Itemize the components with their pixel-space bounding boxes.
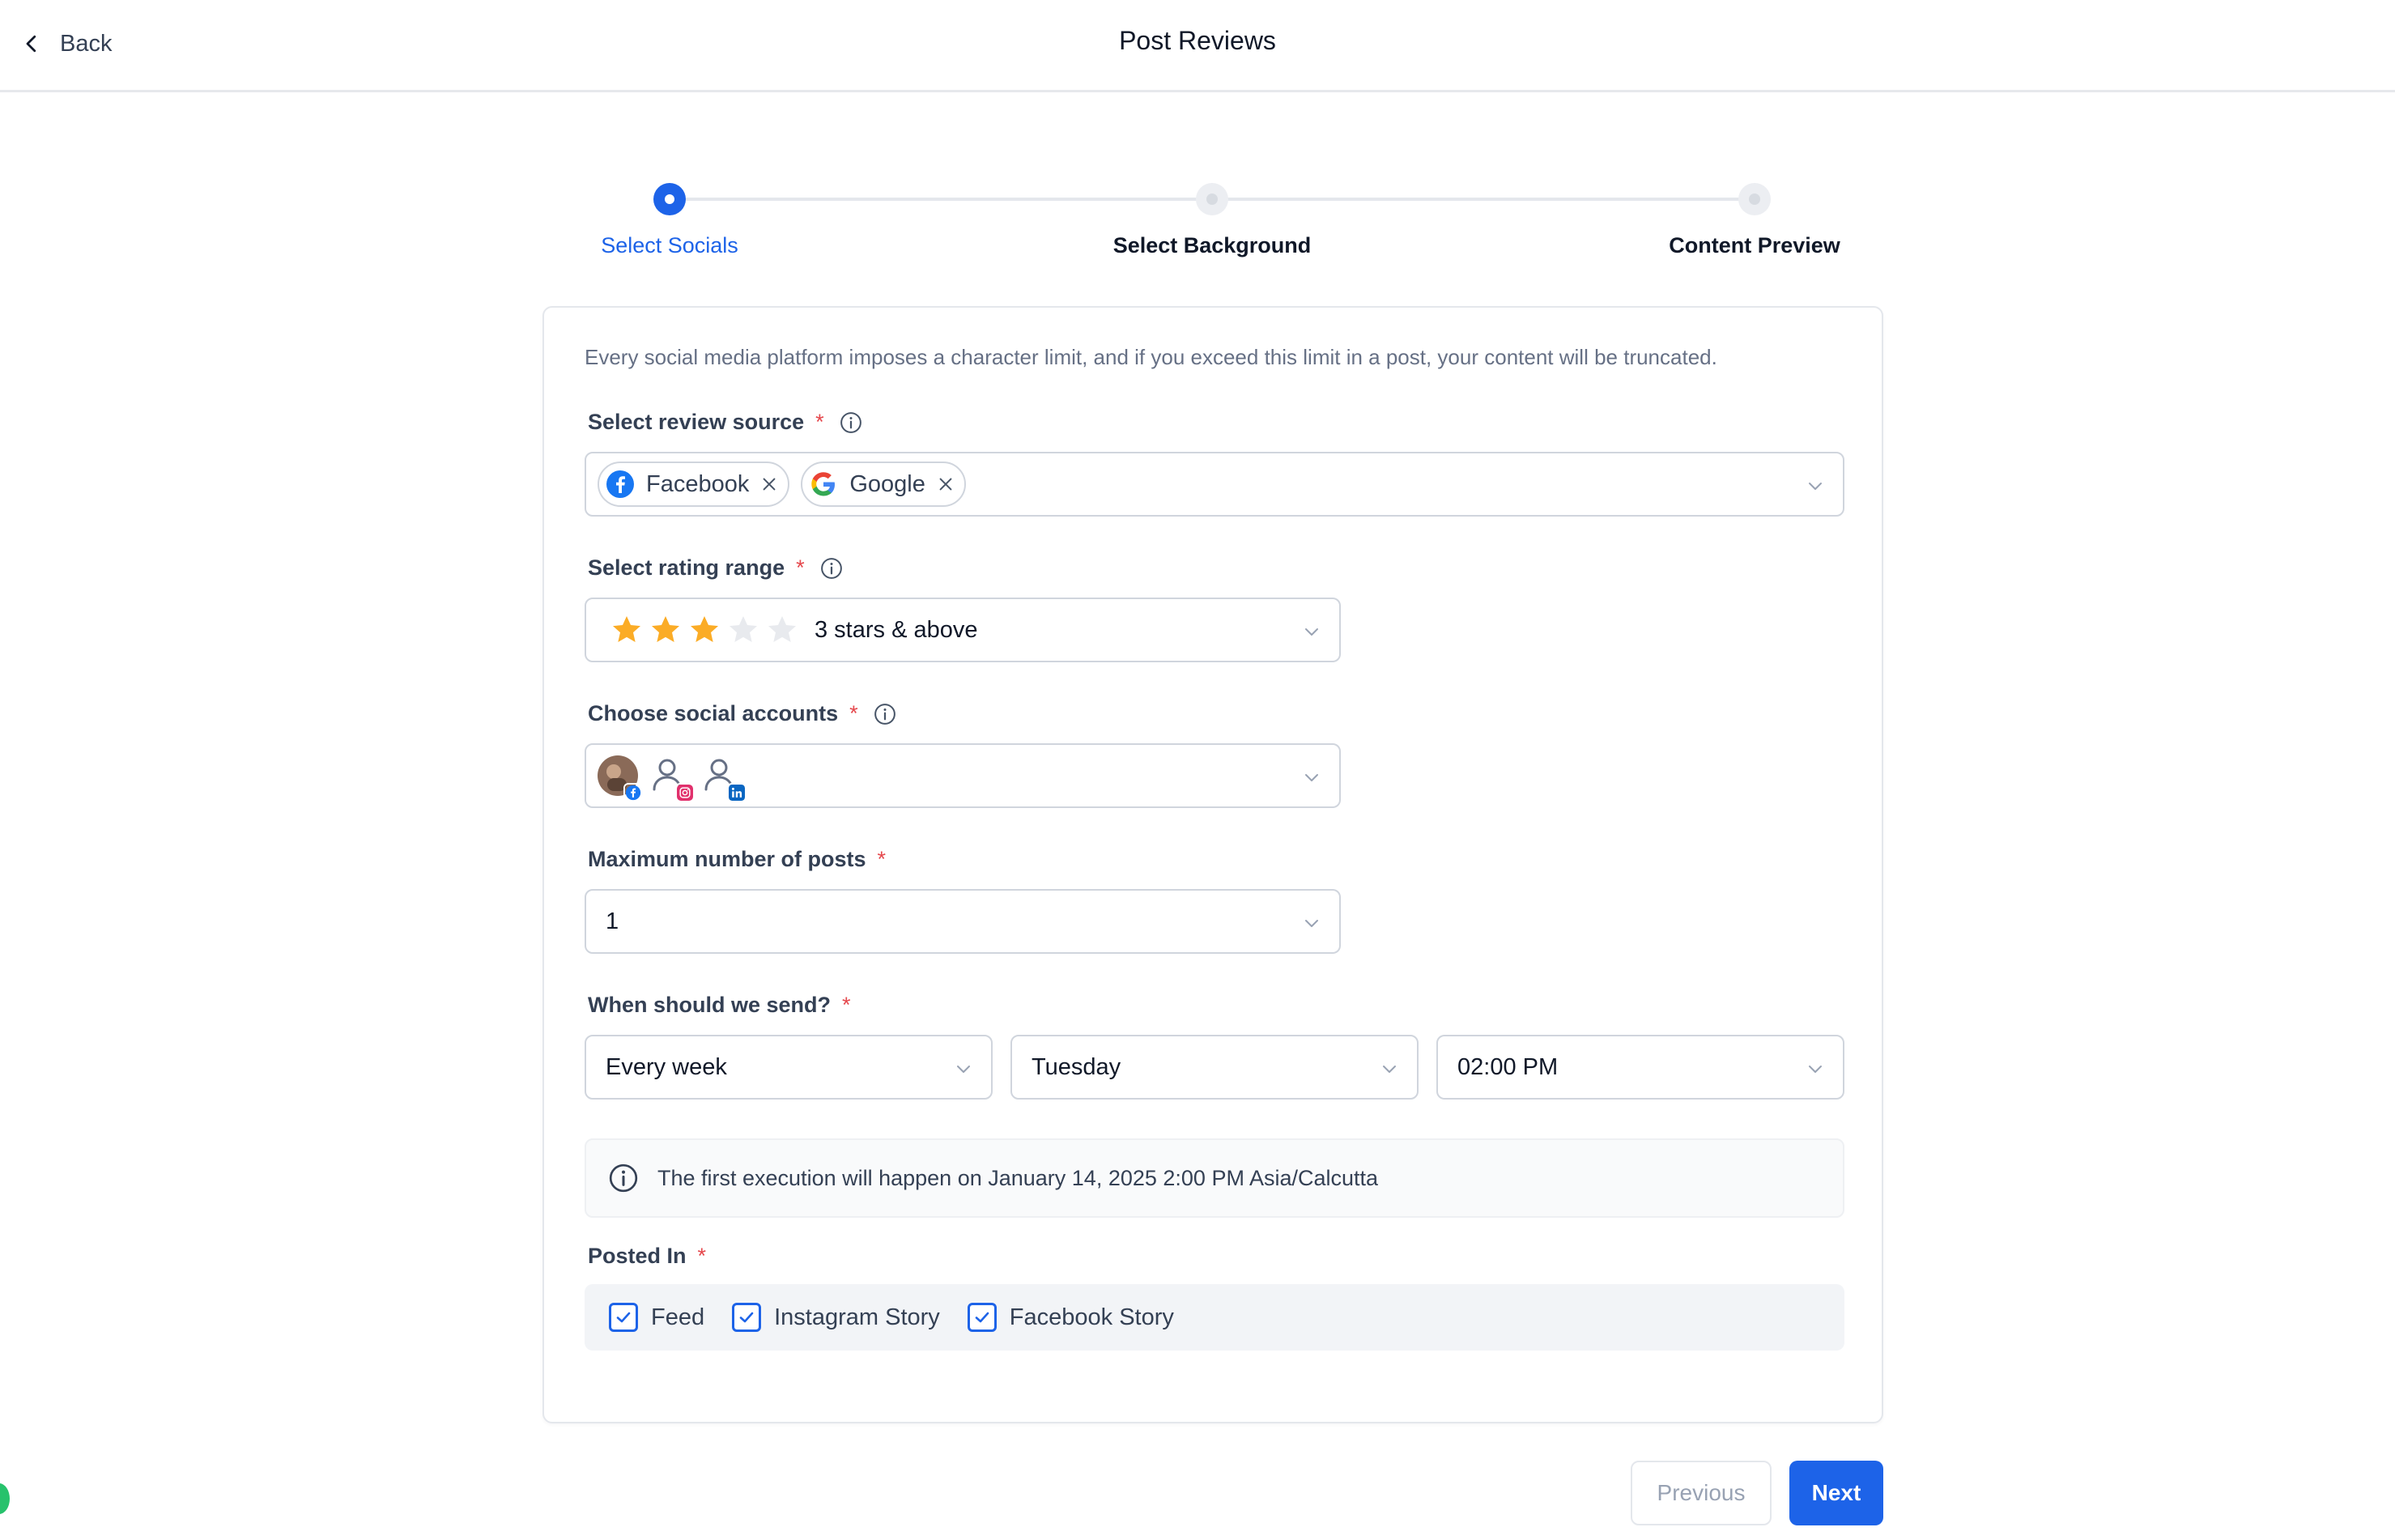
checkmark-icon [975,1312,989,1323]
google-chip-label: Google [849,470,925,497]
social-accounts-select[interactable] [585,743,1341,808]
review-source-select[interactable]: Facebook Google [585,452,1844,517]
checkmark-icon [739,1312,754,1323]
google-chip: Google [801,462,966,507]
max-posts-value: 1 [606,908,619,934]
top-bar: Back Post Reviews [0,0,2395,92]
chevron-down-icon [1305,628,1318,636]
step-2-indicator[interactable] [1196,183,1228,215]
time-value: 02:00 PM [1457,1053,1559,1080]
checkbox[interactable] [967,1303,997,1332]
execution-info-text: The first execution will happen on Janua… [657,1165,1379,1190]
instagram-story-label: Instagram Story [774,1304,940,1330]
schedule-label-text: When should we send? [588,993,832,1017]
step-1-label[interactable]: Select Socials [601,233,738,258]
status-indicator [0,1483,10,1514]
review-source-label: Select review source * [588,410,863,435]
execution-info-banner: The first execution will happen on Janua… [585,1138,1844,1218]
frequency-select[interactable]: Every week [585,1035,993,1100]
max-posts-label-text: Maximum number of posts [588,847,866,871]
required-asterisk: * [796,555,805,580]
previous-button[interactable]: Previous [1631,1461,1772,1525]
facebook-story-checkbox[interactable]: Facebook Story [967,1303,1174,1332]
character-limit-note: Every social media platform imposes a ch… [585,345,1717,369]
chevron-down-icon [1305,774,1318,781]
max-posts-select[interactable]: 1 [585,889,1341,954]
facebook-story-label: Facebook Story [1009,1304,1174,1330]
step-connector [670,198,1212,201]
rating-range-label-text: Select rating range [588,555,785,580]
frequency-value: Every week [606,1053,727,1080]
info-icon[interactable] [839,411,863,435]
account-facebook [596,754,643,802]
star-icon [768,616,796,642]
facebook-chip-label: Facebook [646,470,750,497]
step-connector [1212,198,1755,201]
feed-label: Feed [651,1304,705,1330]
schedule-label: When should we send? * [588,993,851,1018]
posted-in-options: Feed Instagram Story Facebook Story [585,1284,1844,1351]
star-icon [730,616,757,642]
posted-in-label: Posted In * [588,1244,706,1269]
instagram-badge-icon [675,783,695,802]
linkedin-badge-icon [727,783,747,802]
star-icon [613,616,640,642]
rating-range-label: Select rating range * [588,555,844,581]
checkbox[interactable] [732,1303,762,1332]
step-3-indicator[interactable] [1738,183,1771,215]
review-source-label-text: Select review source [588,410,805,434]
account-instagram [648,754,695,802]
day-select[interactable]: Tuesday [1010,1035,1419,1100]
required-asterisk: * [697,1244,707,1268]
facebook-logo-icon [606,470,634,498]
rating-range-value: 3 stars & above [815,616,978,643]
star-rating [610,614,805,646]
info-icon[interactable] [819,556,844,581]
facebook-badge-icon [623,783,643,802]
step-3-label[interactable]: Content Preview [1669,233,1840,258]
next-button[interactable]: Next [1789,1461,1883,1525]
chevron-down-icon [957,1066,970,1073]
time-select[interactable]: 02:00 PM [1436,1035,1844,1100]
star-icon [691,616,718,642]
required-asterisk: * [815,410,824,434]
required-asterisk: * [849,701,858,725]
step-2-label[interactable]: Select Background [1113,233,1312,258]
max-posts-label: Maximum number of posts * [588,847,886,872]
star-icon [652,616,679,642]
chevron-down-icon [1383,1066,1396,1073]
account-linkedin [700,754,747,802]
instagram-story-checkbox[interactable]: Instagram Story [732,1303,940,1332]
close-icon[interactable] [937,475,955,493]
chevron-down-icon [1305,920,1318,927]
selected-accounts [596,754,751,802]
rating-range-select[interactable]: 3 stars & above [585,598,1341,662]
info-icon [609,1164,638,1193]
required-asterisk: * [877,847,887,871]
step-1-indicator[interactable] [653,183,686,215]
social-accounts-label: Choose social accounts * [588,701,897,726]
progress-stepper: Select Socials Select Background Content… [551,178,1846,275]
facebook-chip: Facebook [598,462,790,507]
feed-checkbox[interactable]: Feed [609,1303,704,1332]
required-asterisk: * [842,993,851,1017]
form-card: Every social media platform imposes a ch… [542,306,1883,1423]
google-logo-icon [811,472,836,496]
posted-in-label-text: Posted In [588,1244,687,1268]
social-accounts-label-text: Choose social accounts [588,701,839,725]
checkbox[interactable] [609,1303,638,1332]
checkmark-icon [616,1312,631,1323]
close-icon[interactable] [760,475,778,493]
chevron-down-icon [1809,1066,1822,1073]
day-value: Tuesday [1032,1053,1121,1080]
info-icon[interactable] [873,702,897,726]
chevron-down-icon [1809,483,1822,490]
page-title: Post Reviews [1119,26,1276,55]
